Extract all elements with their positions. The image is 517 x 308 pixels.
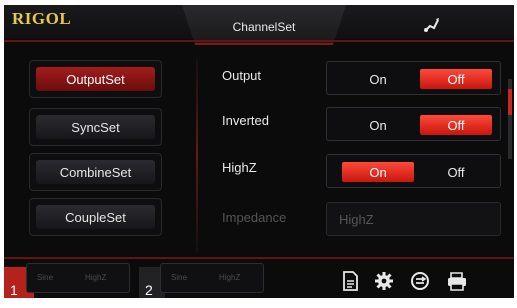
channel-1-waveform: Sine <box>37 273 54 282</box>
sidebar-item-label: SyncSet <box>36 115 155 139</box>
channel-1-info[interactable]: Sine HighZ <box>26 263 130 293</box>
inverted-toggle[interactable]: On Off <box>326 107 501 141</box>
sidebar-item-syncset[interactable]: SyncSet <box>29 108 162 146</box>
output-off-option[interactable]: Off <box>420 69 492 89</box>
highz-on-option[interactable]: On <box>342 162 414 182</box>
title-tab: ChannelSet <box>182 5 346 45</box>
channel-1-load: HighZ <box>85 273 107 282</box>
channel-2-number: 2 <box>145 282 153 298</box>
top-bar: RIGOL ChannelSet <box>4 5 514 45</box>
scroll-thumb[interactable] <box>508 89 512 115</box>
sidebar-item-outputset[interactable]: OutputSet <box>29 60 162 98</box>
impedance-value: HighZ <box>339 212 374 227</box>
output-label: Output <box>222 68 262 83</box>
channel-2-waveform: Sine <box>171 273 188 282</box>
header-divider <box>4 40 514 42</box>
impedance-label: Impedance <box>222 210 287 225</box>
highz-toggle[interactable]: On Off <box>326 154 501 188</box>
impedance-field: HighZ <box>326 202 501 236</box>
file-icon[interactable] <box>337 269 363 293</box>
highz-off-option[interactable]: Off <box>420 162 492 182</box>
sync-icon[interactable] <box>407 269 433 293</box>
sidebar-item-label: CoupleSet <box>36 205 155 229</box>
highz-label: HighZ <box>222 160 257 175</box>
page-title: ChannelSet <box>232 20 296 34</box>
sidebar-item-combineset[interactable]: CombineSet <box>29 153 162 191</box>
channel-2-info[interactable]: Sine HighZ <box>160 263 264 293</box>
device-screen: RIGOL ChannelSet OutputSet SyncSet Combi… <box>4 5 514 298</box>
scrollbar[interactable] <box>508 79 512 159</box>
output-on-option[interactable]: On <box>342 69 414 89</box>
inverted-off-option[interactable]: Off <box>420 115 492 135</box>
brand-logo: RIGOL <box>12 9 72 28</box>
channel-2-load: HighZ <box>219 273 241 282</box>
inverted-on-option[interactable]: On <box>342 115 414 135</box>
usb-icon <box>424 18 439 32</box>
panel-divider <box>196 57 198 252</box>
inverted-label: Inverted <box>222 113 269 128</box>
sidebar-item-label: OutputSet <box>36 67 155 91</box>
sidebar-item-coupleset[interactable]: CoupleSet <box>29 198 162 236</box>
print-icon[interactable] <box>444 269 470 293</box>
gear-icon[interactable] <box>371 269 397 293</box>
output-toggle[interactable]: On Off <box>326 61 501 95</box>
channel-1-number: 1 <box>10 282 18 298</box>
sidebar-item-label: CombineSet <box>36 160 155 184</box>
